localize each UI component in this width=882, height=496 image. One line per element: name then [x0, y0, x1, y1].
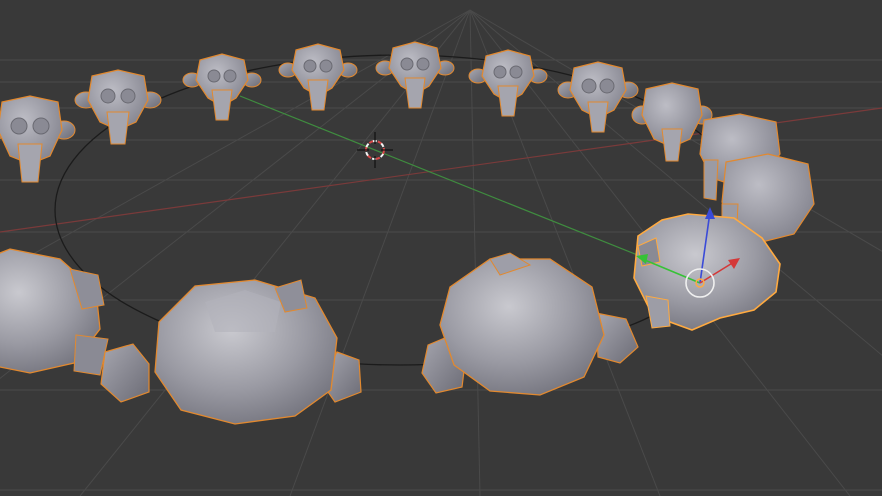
3d-viewport[interactable]: [0, 0, 882, 496]
viewport-canvas[interactable]: [0, 0, 882, 496]
